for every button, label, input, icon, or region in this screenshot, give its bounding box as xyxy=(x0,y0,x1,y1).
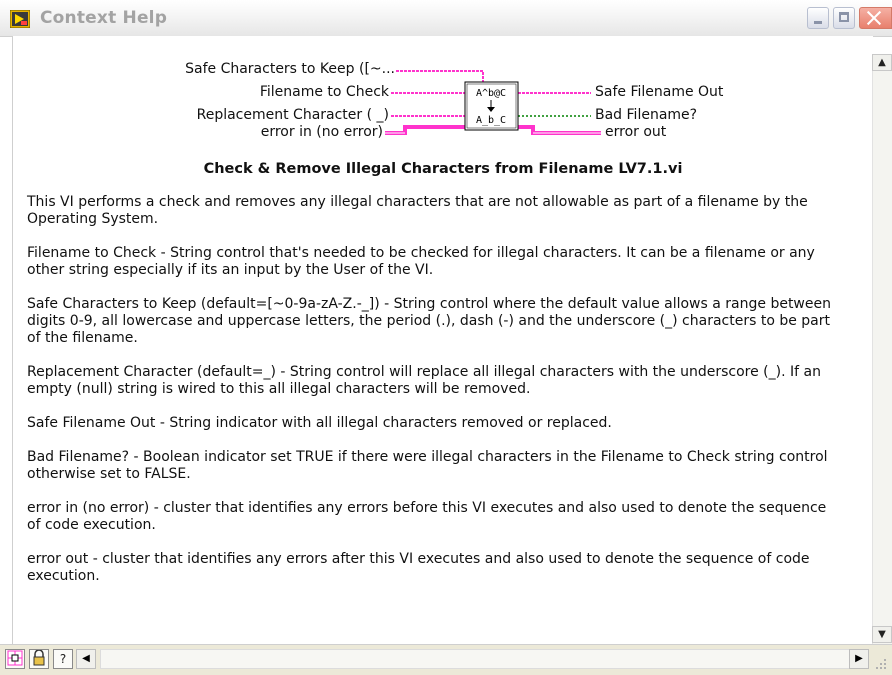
description-paragraph: Safe Filename Out - String indicator wit… xyxy=(27,415,612,431)
help-toolbar: ? ◀ ▶ xyxy=(0,644,892,675)
vi-name-heading: Check & Remove Illegal Characters from F… xyxy=(203,161,683,177)
resize-grip-icon[interactable] xyxy=(874,657,888,671)
output-error-out-label: error out xyxy=(605,124,667,140)
output-bad-filename-label: Bad Filename? xyxy=(595,107,698,123)
vertical-scrollbar[interactable] xyxy=(872,54,892,644)
close-button[interactable] xyxy=(859,7,892,29)
input-safe-characters-label: Safe Characters to Keep ([~... xyxy=(185,61,395,77)
scroll-right-button[interactable]: ▶ xyxy=(849,649,869,669)
description-paragraph: Filename to Check - String control that'… xyxy=(27,245,815,278)
chevron-down-icon: ▼ xyxy=(878,629,886,640)
description-paragraph: This VI performs a check and removes any… xyxy=(27,194,808,227)
input-filename-to-check-label: Filename to Check xyxy=(259,84,389,100)
hierarchy-icon xyxy=(7,650,23,666)
description-paragraph: Safe Characters to Keep (default=[~0-9a-… xyxy=(27,296,831,346)
description-paragraph: Replacement Character (default=_) - Stri… xyxy=(27,364,821,397)
description-text: This VI performs a check and removes any… xyxy=(27,194,837,602)
lock-icon xyxy=(33,649,45,666)
connector-pane-diagram: A^b@C A_b_C Safe Characters to Keep ([~.… xyxy=(13,36,873,156)
vi-icon-top-text: A^b@C xyxy=(476,88,506,99)
description-paragraph: Bad Filename? - Boolean indicator set TR… xyxy=(27,449,828,482)
scroll-down-button[interactable]: ▼ xyxy=(872,626,892,643)
show-optional-terminals-button[interactable] xyxy=(5,649,25,669)
title-bar[interactable]: Context Help xyxy=(0,0,892,37)
lock-button[interactable] xyxy=(29,649,49,669)
description-paragraph: error out - cluster that identifies any … xyxy=(27,551,810,584)
help-question-icon: ? xyxy=(59,652,67,666)
minimize-button[interactable] xyxy=(807,7,829,29)
vi-icon-bottom-text: A_b_C xyxy=(476,115,506,126)
maximize-button[interactable] xyxy=(833,7,855,29)
window-title: Context Help xyxy=(40,8,168,28)
chevron-up-icon: ▲ xyxy=(878,57,886,68)
detailed-help-button[interactable]: ? xyxy=(53,649,73,669)
app-icon xyxy=(9,9,31,29)
scroll-up-button[interactable]: ▲ xyxy=(872,54,892,71)
horizontal-scrollbar[interactable] xyxy=(100,649,869,669)
output-safe-filename-label: Safe Filename Out xyxy=(595,84,724,100)
scroll-left-button[interactable]: ◀ xyxy=(76,649,96,669)
input-error-in-label: error in (no error) xyxy=(260,124,383,140)
help-content: A^b@C A_b_C Safe Characters to Keep ([~.… xyxy=(12,36,873,644)
chevron-right-icon: ▶ xyxy=(855,653,863,664)
chevron-left-icon: ◀ xyxy=(82,653,90,664)
context-help-window: Context Help A^b@C A_b_C Safe Characters… xyxy=(0,0,892,675)
input-replacement-character-label: Replacement Character ( _) xyxy=(196,107,389,123)
description-paragraph: error in (no error) - cluster that ident… xyxy=(27,500,827,533)
connector-wires: A^b@C A_b_C xyxy=(385,70,601,135)
